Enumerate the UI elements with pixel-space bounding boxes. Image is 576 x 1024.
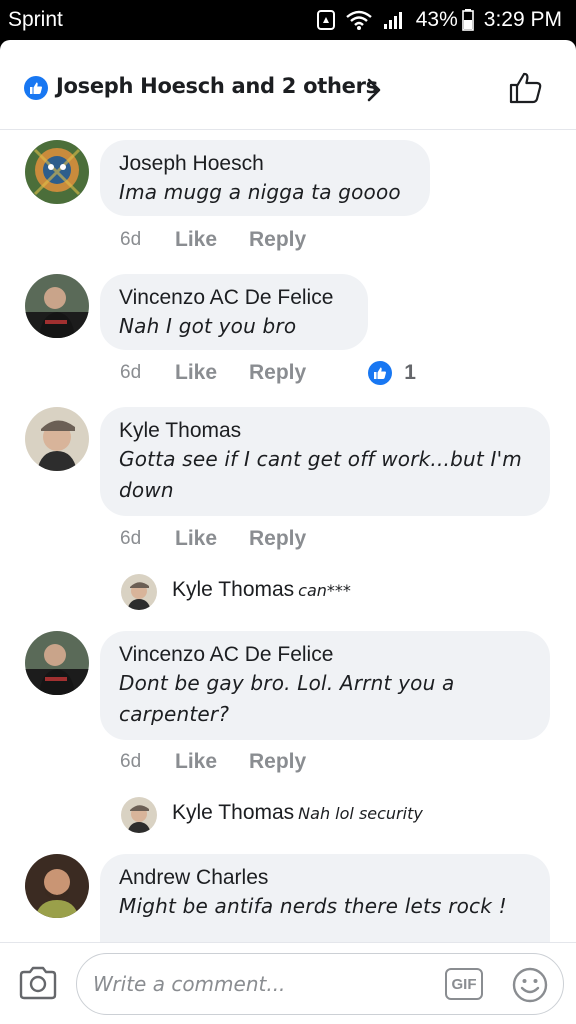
reply-author-name[interactable]: Kyle Thomas	[172, 801, 294, 824]
like-reaction-icon	[368, 361, 393, 385]
gif-button[interactable]: GIF	[445, 968, 483, 1000]
signal-icon	[382, 10, 406, 30]
comment-input-placeholder: Write a comment...	[93, 972, 286, 996]
comment-like-button[interactable]: Like	[175, 750, 249, 774]
comment-reply-button[interactable]: Reply	[249, 361, 306, 385]
reply-text: Nah lol security	[298, 804, 423, 823]
reply-avatar[interactable]	[121, 797, 157, 833]
like-reaction-icon	[24, 76, 48, 100]
reactions-header[interactable]: Joseph Hoesch and 2 others	[0, 40, 576, 130]
like-post-button[interactable]	[508, 70, 544, 110]
battery-icon	[461, 9, 474, 31]
camera-icon[interactable]	[18, 965, 58, 1005]
comment-actions: 6d Like Reply 1	[120, 361, 416, 385]
comment-reply-button[interactable]: Reply	[249, 228, 306, 252]
data-saver-icon	[316, 9, 336, 31]
comment-text: Nah I got you bro	[119, 314, 297, 338]
comment-author[interactable]: Andrew Charles	[119, 865, 531, 891]
comment-timestamp[interactable]: 6d	[120, 229, 175, 251]
clock: 3:29 PM	[483, 8, 562, 31]
battery-percent: 43%	[415, 8, 458, 31]
reply-preview[interactable]: Kyle Thomas Nah lol security	[0, 795, 576, 835]
avatar[interactable]	[25, 407, 89, 471]
comment-author[interactable]: Kyle Thomas	[119, 418, 531, 444]
comment-like-button[interactable]: Like	[175, 527, 249, 551]
comment-text: Gotta see if I cant get off work...but I…	[119, 447, 522, 502]
emoji-icon[interactable]	[511, 966, 549, 1008]
comment-bubble[interactable]: Vincenzo AC De Felice Nah I got you bro	[100, 274, 368, 350]
reply-author-name[interactable]: Kyle Thomas	[172, 578, 294, 601]
status-indicators: 43% 3:29 PM	[316, 7, 562, 33]
reply-text: can***	[298, 581, 351, 600]
wifi-icon	[345, 10, 372, 30]
comment-input[interactable]: Write a comment... GIF	[76, 953, 564, 1015]
comment-timestamp[interactable]: 6d	[120, 751, 175, 773]
comment-like-button[interactable]: Like	[175, 228, 249, 252]
reaction-summary[interactable]: 1	[368, 361, 416, 385]
comment-actions: 6d Like Reply	[120, 527, 306, 551]
comment-actions: 6d Like Reply	[120, 228, 306, 252]
comment-actions: 6d Like Reply	[120, 750, 306, 774]
chevron-right-icon[interactable]	[364, 76, 384, 108]
comment-like-button[interactable]: Like	[175, 361, 249, 385]
comment-timestamp[interactable]: 6d	[120, 362, 175, 384]
reaction-count: 1	[404, 361, 416, 384]
reply-preview[interactable]: Kyle Thomas can***	[0, 572, 576, 612]
comment-bubble[interactable]: Andrew Charles Might be antifa nerds the…	[100, 854, 550, 942]
likers-summary[interactable]: Joseph Hoesch and 2 others	[56, 74, 378, 98]
thumbs-up-icon	[509, 72, 542, 104]
comment-author[interactable]: Joseph Hoesch	[119, 151, 411, 177]
comment-composer: Write a comment... GIF	[0, 942, 576, 1024]
comment-text: Ima mugg a nigga ta goooo	[119, 180, 401, 204]
comment-bubble[interactable]: Joseph Hoesch Ima mugg a nigga ta goooo	[100, 140, 430, 216]
comments-sheet: Joseph Hoesch and 2 others Joseph Hoesch	[0, 40, 576, 1024]
comment-timestamp[interactable]: 6d	[120, 528, 175, 550]
comment-reply-button[interactable]: Reply	[249, 527, 306, 551]
comment-bubble[interactable]: Vincenzo AC De Felice Dont be gay bro. L…	[100, 631, 550, 740]
comment-author[interactable]: Vincenzo AC De Felice	[119, 642, 531, 668]
comment-bubble[interactable]: Kyle Thomas Gotta see if I cant get off …	[100, 407, 550, 516]
carrier-label: Sprint	[8, 8, 63, 31]
comment-author[interactable]: Vincenzo AC De Felice	[119, 285, 349, 311]
battery-indicator: 43%	[416, 8, 474, 32]
avatar[interactable]	[25, 140, 89, 204]
comment-text: Might be antifa nerds there lets rock !	[119, 894, 507, 918]
comment-list[interactable]: Joseph Hoesch Ima mugg a nigga ta goooo …	[0, 130, 576, 942]
reply-author: Kyle Thomas Nah lol security	[172, 801, 423, 825]
status-bar: Sprint 43% 3:29 PM	[0, 0, 576, 40]
reply-avatar[interactable]	[121, 574, 157, 610]
avatar[interactable]	[25, 854, 89, 918]
reply-author: Kyle Thomas can***	[172, 578, 351, 602]
comment-reply-button[interactable]: Reply	[249, 750, 306, 774]
comment-text: Dont be gay bro. Lol. Arrnt you a carpen…	[119, 671, 455, 726]
avatar[interactable]	[25, 631, 89, 695]
avatar[interactable]	[25, 274, 89, 338]
